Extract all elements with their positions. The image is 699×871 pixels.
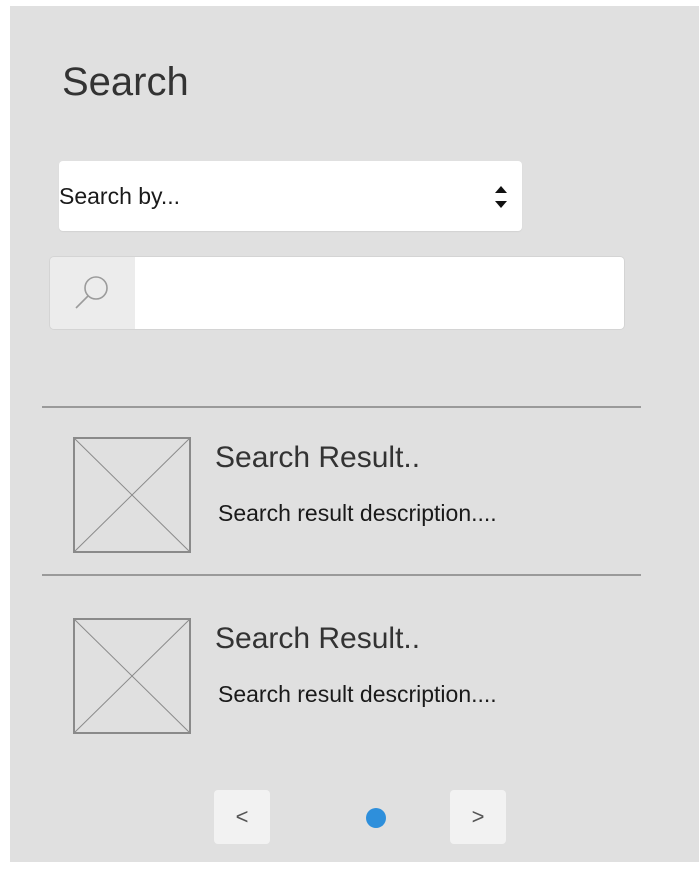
search-field-group [50,257,624,329]
search-input[interactable] [135,257,624,329]
current-page-indicator[interactable] [366,808,386,828]
search-icon [75,276,108,309]
search-by-select[interactable]: Search by... [59,161,522,231]
result-description: Search result description.... [218,500,497,526]
image-placeholder-icon [73,437,191,553]
search-result-item[interactable]: Search Result.. Search result descriptio… [42,416,641,566]
image-placeholder-icon [73,618,191,734]
page-title: Search [62,60,189,104]
sort-icon [495,186,507,208]
next-page-button[interactable]: > [450,790,506,844]
result-title: Search Result.. [215,622,421,655]
result-title: Search Result.. [215,441,421,474]
search-addon [50,257,135,329]
result-description: Search result description.... [218,681,497,707]
search-result-item[interactable]: Search Result.. Search result descriptio… [42,597,641,747]
result-divider [42,406,641,408]
search-by-selected-value: Search by... [59,183,181,209]
search-panel: Search Search by... Search Result.. Sear… [10,6,699,862]
result-divider [42,574,641,576]
prev-page-button[interactable]: < [214,790,270,844]
